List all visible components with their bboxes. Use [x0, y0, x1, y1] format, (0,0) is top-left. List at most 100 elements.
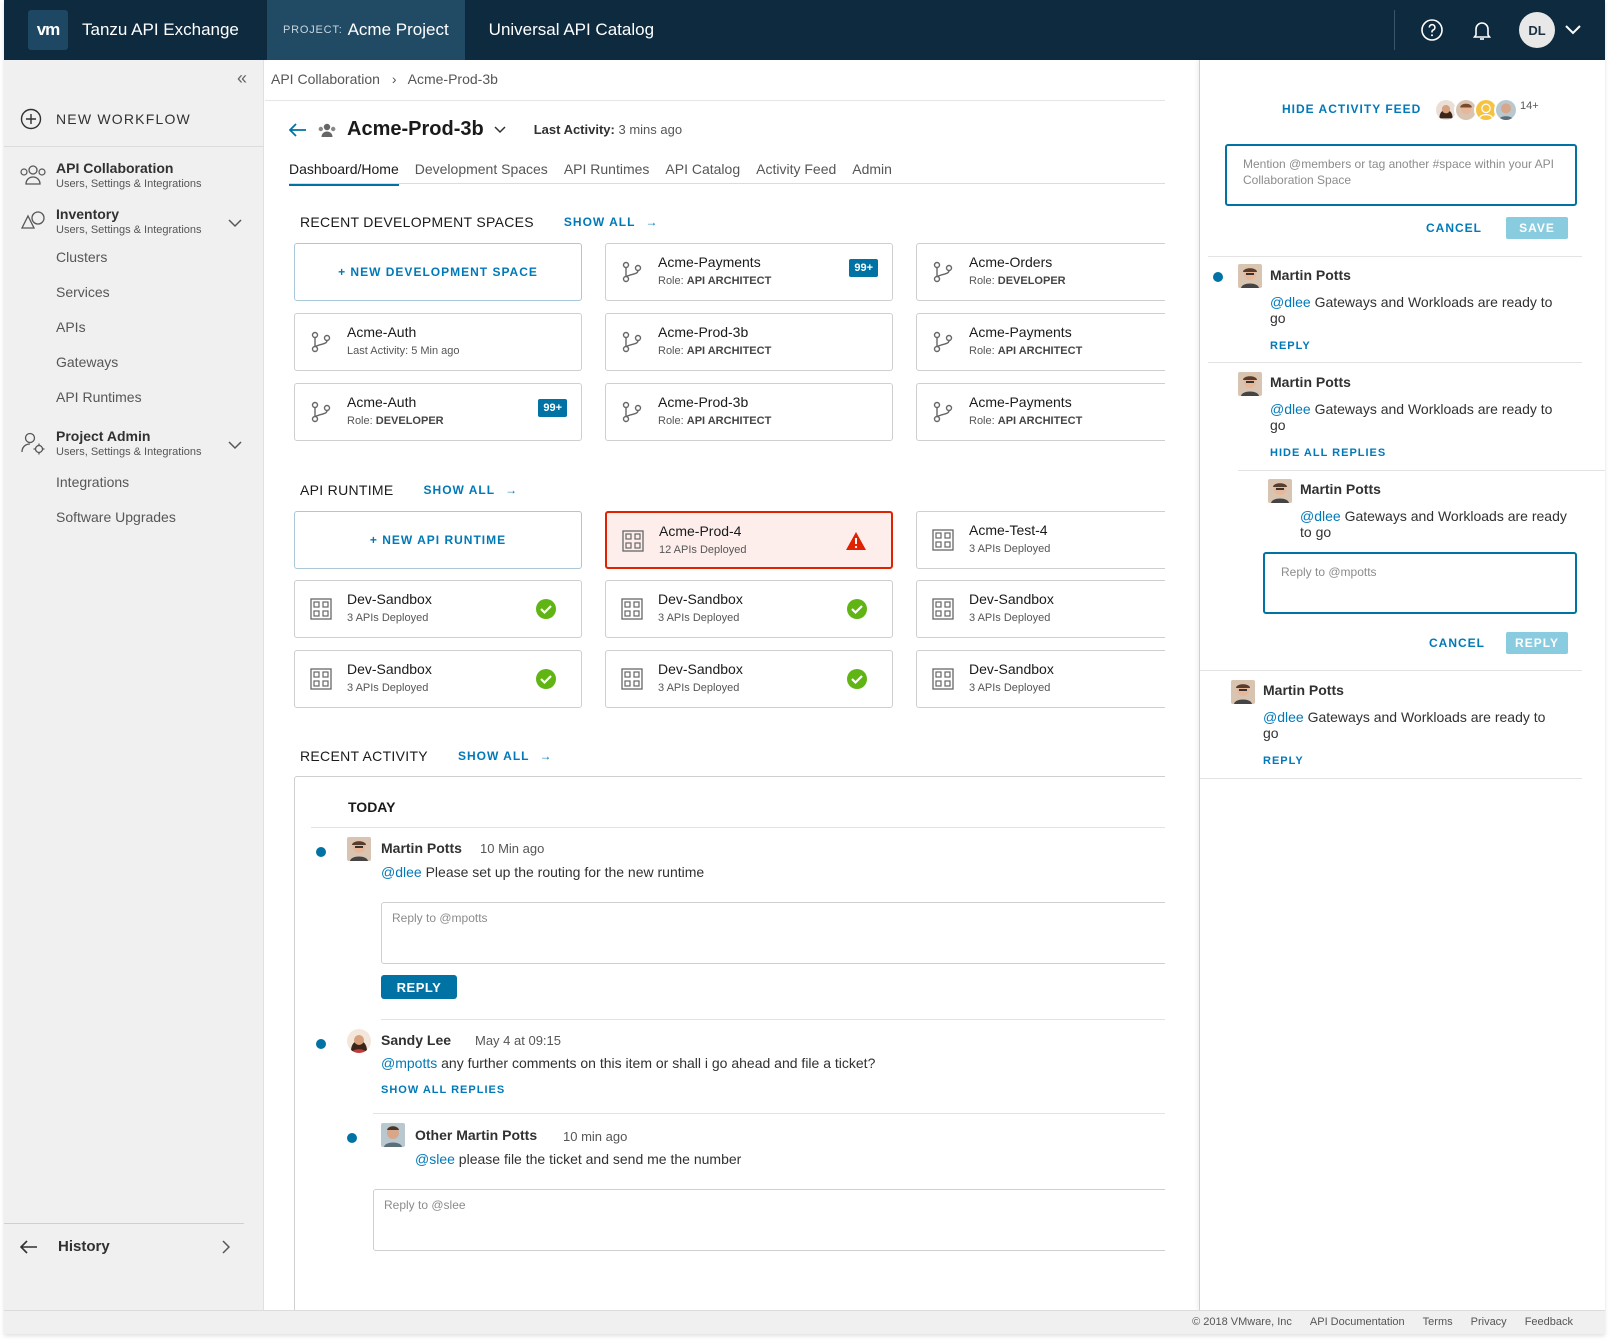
sidebar-item-clusters[interactable]: Clusters	[56, 249, 107, 265]
reply-input[interactable]: Reply to @mpotts	[381, 902, 1165, 964]
panel-reply-input[interactable]: Reply to @mpotts	[1263, 552, 1577, 614]
panel-divider	[1200, 670, 1582, 671]
footer-link-feedback[interactable]: Feedback	[1525, 1316, 1573, 1328]
arrow-right-icon: →	[505, 483, 519, 497]
dev-space-name: Acme-Prod-3b	[658, 394, 749, 410]
martin-potts-avatar	[1231, 680, 1255, 704]
sidebar-item-apis[interactable]: APIs	[56, 319, 86, 335]
runtime-grid-icon	[621, 598, 643, 620]
sidebar-section-inventory[interactable]: Inventory Users, Settings & Integrations	[18, 206, 202, 236]
sidebar-item-integrations[interactable]: Integrations	[56, 474, 129, 490]
universal-catalog-link[interactable]: Universal API Catalog	[489, 20, 654, 40]
panel-reply-link[interactable]: REPLY	[1270, 340, 1311, 352]
new-api-runtime-button[interactable]: + NEW API RUNTIME	[294, 511, 582, 569]
activity-compose-input[interactable]: Mention @members or tag another #space w…	[1225, 144, 1577, 206]
shapes-icon	[20, 211, 45, 229]
footer-link-api-docs[interactable]: API Documentation	[1310, 1316, 1405, 1328]
compose-cancel-button[interactable]: CANCEL	[1426, 221, 1482, 235]
arrow-right-icon: →	[539, 749, 553, 763]
member-avatars[interactable]: 14+	[1434, 98, 1539, 122]
panel-message-author[interactable]: Martin Potts	[1300, 481, 1381, 497]
warning-icon	[846, 532, 866, 550]
runtime-deployed: 3 APIs Deployed	[969, 543, 1051, 555]
runtime-header: API RUNTIME SHOW ALL →	[300, 482, 518, 498]
hide-activity-feed-link[interactable]: HIDE ACTIVITY FEED	[1282, 102, 1421, 116]
runtime-show-all[interactable]: SHOW ALL →	[424, 483, 519, 497]
dev-space-card[interactable]: Acme-Payments Role: API ARCHITECT 99+	[605, 243, 893, 301]
check-circle-icon	[536, 669, 556, 689]
panel-message-text: @dlee Gateways and Workloads are ready t…	[1270, 294, 1553, 326]
runtime-card[interactable]: Dev-Sandbox 3 APIs Deployed	[916, 580, 1165, 638]
branch-icon	[622, 331, 642, 353]
branch-icon	[311, 331, 331, 353]
panel-reply-cancel-button[interactable]: CANCEL	[1429, 636, 1485, 650]
panel-reply-link[interactable]: REPLY	[1263, 755, 1304, 767]
footer-link-terms[interactable]: Terms	[1423, 1316, 1453, 1328]
project-switcher[interactable]: PROJECT: Acme Project	[267, 0, 465, 60]
chevron-down-icon[interactable]	[228, 440, 242, 450]
breadcrumb-api-collaboration[interactable]: API Collaboration	[271, 71, 380, 87]
panel-message-author[interactable]: Martin Potts	[1270, 374, 1351, 390]
vmware-logo[interactable]: vm	[28, 10, 68, 50]
dev-space-card[interactable]: Acme-Prod-3b Role: API ARCHITECT	[605, 383, 893, 441]
dev-spaces-header: RECENT DEVELOPMENT SPACES SHOW ALL →	[300, 214, 658, 230]
sidebar-item-gateways[interactable]: Gateways	[56, 354, 118, 370]
sidebar-section-api-collaboration[interactable]: API Collaboration Users, Settings & Inte…	[18, 160, 202, 190]
collapse-sidebar-icon[interactable]: «	[237, 68, 247, 89]
reply-button[interactable]: REPLY	[381, 975, 457, 999]
dev-spaces-show-all[interactable]: SHOW ALL →	[564, 215, 659, 229]
show-all-replies-link[interactable]: SHOW ALL REPLIES	[381, 1084, 505, 1096]
dev-space-card[interactable]: Acme-Payments Role: API ARCHITECT	[916, 383, 1165, 441]
runtime-card[interactable]: Dev-Sandbox 3 APIs Deployed	[294, 580, 582, 638]
runtime-card[interactable]: Acme-Prod-4 12 APIs Deployed	[605, 511, 893, 569]
chevron-down-icon[interactable]	[228, 218, 242, 228]
footer-link-privacy[interactable]: Privacy	[1471, 1316, 1507, 1328]
panel-message-author[interactable]: Martin Potts	[1270, 267, 1351, 283]
reply-input[interactable]: Reply to @slee	[373, 1189, 1165, 1251]
new-dev-space-button[interactable]: + NEW DEVELOPMENT SPACE	[294, 243, 582, 301]
runtime-card[interactable]: Dev-Sandbox 3 APIs Deployed	[916, 650, 1165, 708]
dev-space-card[interactable]: Acme-Auth Last Activity: 5 Min ago	[294, 313, 582, 371]
hide-all-replies-link[interactable]: HIDE ALL REPLIES	[1270, 447, 1386, 459]
history-button[interactable]: History	[20, 1238, 230, 1255]
help-icon[interactable]	[1419, 17, 1445, 43]
today-label: TODAY	[348, 799, 396, 815]
footer-links: © 2018 VMware, Inc API Documentation Ter…	[1174, 1316, 1573, 1328]
activity-author[interactable]: Sandy Lee	[381, 1032, 451, 1048]
user-avatar[interactable]: DL	[1519, 12, 1555, 48]
dev-space-card[interactable]: Acme-Auth Role: DEVELOPER 99+	[294, 383, 582, 441]
dev-space-card[interactable]: Acme-Orders Role: DEVELOPER	[916, 243, 1165, 301]
runtime-card[interactable]: Dev-Sandbox 3 APIs Deployed	[294, 650, 582, 708]
notification-badge: 99+	[538, 399, 567, 417]
feed-divider	[381, 1019, 1165, 1020]
api-collaboration-subtitle: Users, Settings & Integrations	[56, 178, 202, 190]
activity-author[interactable]: Other Martin Potts	[415, 1127, 537, 1143]
chevron-right-icon	[222, 1239, 230, 1254]
recent-activity-show-all[interactable]: SHOW ALL →	[458, 749, 553, 763]
bell-icon[interactable]	[1469, 17, 1495, 43]
back-arrow-icon[interactable]	[289, 122, 307, 137]
last-activity-label: Last Activity:	[533, 122, 615, 137]
compose-save-button[interactable]: SAVE	[1506, 217, 1568, 239]
chevron-down-icon[interactable]	[494, 125, 506, 134]
new-workflow-button[interactable]: NEW WORKFLOW	[20, 108, 191, 130]
panel-reply-button[interactable]: REPLY	[1506, 632, 1568, 654]
runtime-card[interactable]: Acme-Test-4 3 APIs Deployed	[916, 511, 1165, 569]
sidebar-item-api-runtimes[interactable]: API Runtimes	[56, 389, 142, 405]
dev-space-name: Acme-Payments	[658, 254, 761, 270]
dev-space-card[interactable]: Acme-Prod-3b Role: API ARCHITECT	[605, 313, 893, 371]
activity-author[interactable]: Martin Potts	[381, 840, 462, 856]
dev-space-card[interactable]: Acme-Payments Role: API ARCHITECT	[916, 313, 1165, 371]
unread-dot	[1213, 272, 1223, 282]
sidebar-section-project-admin[interactable]: Project Admin Users, Settings & Integrat…	[18, 428, 202, 458]
runtime-card[interactable]: Dev-Sandbox 3 APIs Deployed	[605, 580, 893, 638]
sidebar-item-services[interactable]: Services	[56, 284, 110, 300]
chevron-down-icon[interactable]	[1565, 22, 1581, 38]
runtime-deployed: 3 APIs Deployed	[347, 612, 429, 624]
panel-divider	[1200, 778, 1582, 779]
panel-message-author[interactable]: Martin Potts	[1263, 682, 1344, 698]
runtime-card[interactable]: Dev-Sandbox 3 APIs Deployed	[605, 650, 893, 708]
panel-message-text: @dlee Gateways and Workloads are ready t…	[1270, 401, 1553, 433]
panel-message-text: @dlee Gateways and Workloads are ready t…	[1300, 508, 1567, 540]
sidebar-item-software-upgrades[interactable]: Software Upgrades	[56, 509, 176, 525]
